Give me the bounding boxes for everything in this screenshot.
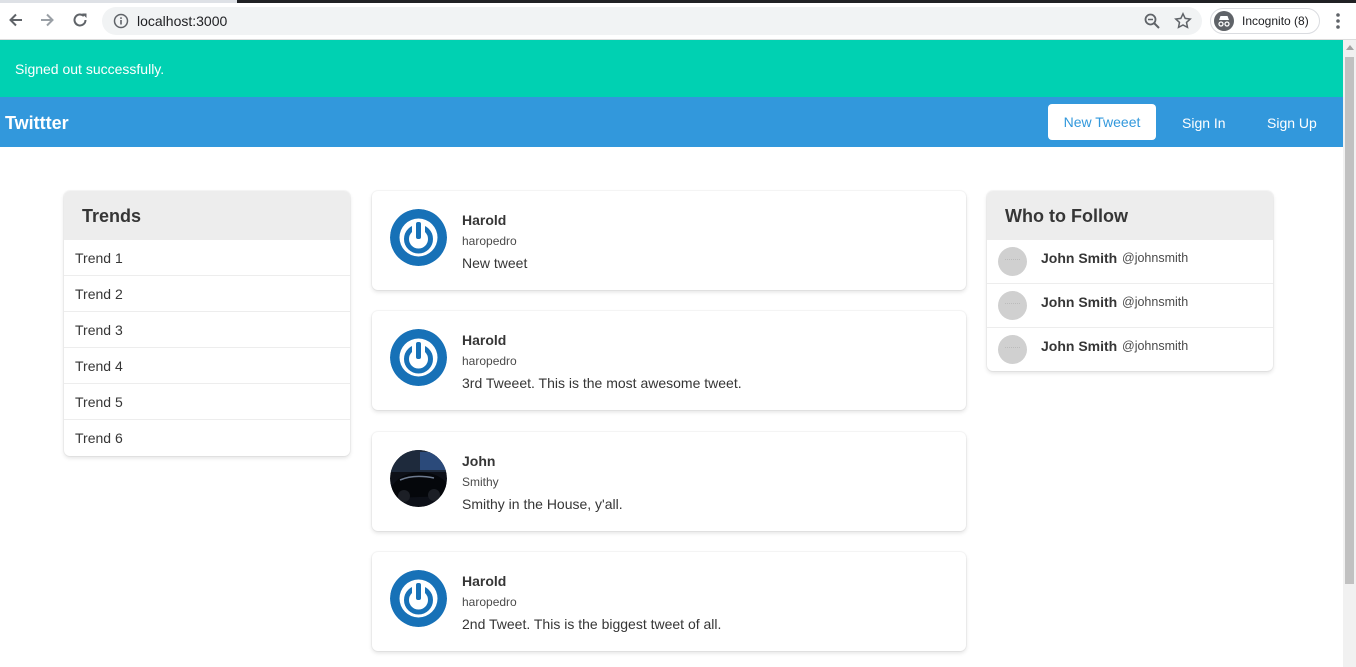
scrollbar-thumb[interactable] (1345, 57, 1354, 584)
tweet-card[interactable]: John Smithy Smithy in the House, y'all. (372, 432, 966, 531)
page-scrollbar[interactable] (1343, 40, 1356, 667)
tweet-author-name[interactable]: Harold (462, 332, 506, 348)
scroll-up-arrow-icon[interactable] (1346, 45, 1354, 50)
forward-arrow-icon[interactable] (36, 9, 58, 31)
car-photo-avatar (390, 450, 447, 507)
avatar (998, 335, 1027, 364)
tweet-text: Smithy in the House, y'all. (462, 496, 623, 512)
bookmark-star-icon[interactable] (1174, 12, 1192, 30)
follow-user-handle: @johnsmith (1122, 251, 1189, 265)
url-text[interactable]: localhost:3000 (137, 13, 227, 29)
tweet-author-handle[interactable]: haropedro (462, 234, 517, 248)
incognito-label: Incognito (8) (1242, 14, 1309, 28)
site-navbar: Twittter New Tweeet Sign In Sign Up (0, 97, 1343, 147)
trends-card: Trends Trend 1 Trend 2 Trend 3 Trend 4 T… (64, 191, 350, 456)
trend-item[interactable]: Trend 6 (64, 419, 350, 455)
address-bar[interactable]: localhost:3000 (102, 7, 1202, 35)
notice-text: Signed out successfully. (15, 61, 165, 77)
power-icon (390, 329, 447, 386)
incognito-icon (1214, 11, 1234, 31)
avatar (998, 247, 1027, 276)
tweet-text: 2nd Tweet. This is the biggest tweet of … (462, 616, 722, 632)
incognito-badge[interactable]: Incognito (8) (1210, 8, 1320, 34)
follow-user-handle: @johnsmith (1122, 295, 1189, 309)
follow-suggestion[interactable]: John Smith @johnsmith (987, 239, 1273, 283)
who-to-follow-card: Who to Follow John Smith @johnsmith John… (987, 191, 1273, 371)
follow-suggestion[interactable]: John Smith @johnsmith (987, 327, 1273, 371)
info-icon[interactable] (113, 13, 129, 29)
reload-icon[interactable] (69, 9, 91, 31)
browser-toolbar: localhost:3000 Incognito (8) (0, 0, 1356, 40)
tweet-author-handle[interactable]: haropedro (462, 595, 517, 609)
tweet-text: New tweet (462, 255, 528, 271)
follow-user-name[interactable]: John Smith (1041, 338, 1117, 354)
tweet-author-name[interactable]: Harold (462, 573, 506, 589)
tweet-card[interactable]: Harold haropedro 3rd Tweeet. This is the… (372, 311, 966, 410)
who-to-follow-title: Who to Follow (987, 191, 1273, 239)
avatar (998, 291, 1027, 320)
sign-up-link[interactable]: Sign Up (1267, 115, 1317, 131)
tweet-author-handle[interactable]: Smithy (462, 475, 499, 489)
brand-logo[interactable]: Twittter (5, 113, 69, 134)
tweet-card[interactable]: Harold haropedro New tweet (372, 191, 966, 290)
follow-user-name[interactable]: John Smith (1041, 294, 1117, 310)
trend-item[interactable]: Trend 4 (64, 347, 350, 383)
sign-in-link[interactable]: Sign In (1182, 115, 1226, 131)
tweet-author-handle[interactable]: haropedro (462, 354, 517, 368)
follow-user-name[interactable]: John Smith (1041, 250, 1117, 266)
tweet-text: 3rd Tweeet. This is the most awesome twe… (462, 375, 742, 391)
tab-strip-edge (0, 0, 1356, 3)
flash-notice: Signed out successfully. (0, 40, 1343, 97)
trends-title: Trends (64, 191, 350, 239)
tweet-card[interactable]: Harold haropedro 2nd Tweet. This is the … (372, 552, 966, 651)
trend-item[interactable]: Trend 3 (64, 311, 350, 347)
power-icon (390, 209, 447, 266)
tweet-author-name[interactable]: Harold (462, 212, 506, 228)
tweet-author-name[interactable]: John (462, 453, 495, 469)
more-menu-icon[interactable] (1333, 11, 1343, 31)
trend-item[interactable]: Trend 5 (64, 383, 350, 419)
power-icon (390, 570, 447, 627)
follow-suggestion[interactable]: John Smith @johnsmith (987, 283, 1273, 327)
zoom-icon[interactable] (1143, 12, 1161, 30)
trend-item[interactable]: Trend 1 (64, 239, 350, 275)
follow-user-handle: @johnsmith (1122, 339, 1189, 353)
trend-item[interactable]: Trend 2 (64, 275, 350, 311)
new-tweet-button[interactable]: New Tweeet (1048, 104, 1156, 140)
back-arrow-icon[interactable] (5, 9, 27, 31)
